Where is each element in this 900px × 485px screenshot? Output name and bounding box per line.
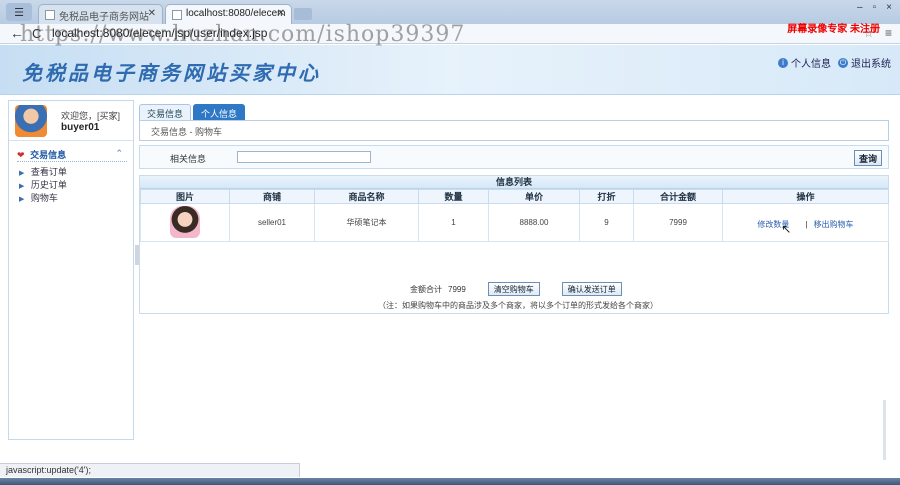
top-link-logout[interactable]: ⏻ 退出系统	[838, 55, 891, 70]
os-taskbar	[0, 478, 900, 485]
total-label: 金额合计	[410, 284, 442, 294]
cart-list: 信息列表 图片 商铺 商品名称 数量 单价 打折 合计金额 操作 seller0…	[139, 175, 889, 281]
minimize-icon[interactable]: –	[857, 2, 863, 13]
welcome-text: 欢迎您，[买家]	[61, 111, 121, 121]
column-header: 商品名称	[314, 189, 419, 204]
page-favicon-icon	[45, 10, 55, 20]
recorder-label: 屏幕录像专家 未注册	[787, 24, 880, 35]
main-tabs: 交易信息 个人信息	[139, 104, 246, 120]
logout-icon: ⏻	[838, 57, 848, 68]
breadcrumb-bar: 交易信息 - 购物车	[139, 120, 889, 141]
column-header: 单价	[488, 189, 580, 204]
new-tab-button[interactable]	[294, 8, 312, 20]
collapse-icon[interactable]: ⌃	[115, 148, 123, 159]
quantity-cell: 1	[418, 203, 489, 242]
heart-icon: ❤	[17, 150, 25, 160]
browser-tab-2[interactable]: localhost:8080/elecem ✕	[165, 4, 292, 24]
top-link-label: 退出系统	[851, 59, 891, 70]
tab-personal-info[interactable]: 个人信息	[193, 104, 246, 120]
remove-from-cart-link[interactable]: 移出购物车	[814, 220, 854, 229]
action-separator: |	[805, 219, 808, 229]
table-row: seller01 华硕笔记本 1 8888.00 9 7999 修改数量↖ | 移出…	[140, 203, 889, 242]
breadcrumb: 交易信息 - 购物车	[151, 127, 222, 137]
window-controls: – ▫ ×	[857, 2, 892, 13]
total-cell: 7999	[633, 203, 723, 242]
close-tab-icon[interactable]: ✕	[277, 8, 285, 19]
username: buyer01	[61, 122, 100, 133]
top-link-personal-info[interactable]: i 个人信息	[778, 55, 831, 70]
site-title: 免税品电子商务网站买家中心	[22, 61, 321, 85]
tab-trade-info[interactable]: 交易信息	[139, 104, 192, 120]
browser-tabstrip: ☰ 免税品电子商务网站 ✕ localhost:8080/elecem ✕ – …	[0, 0, 900, 24]
search-input[interactable]	[237, 151, 371, 163]
arrow-right-icon: ▶	[19, 170, 25, 177]
product-name-cell: 华硕笔记本	[314, 203, 419, 242]
search-label: 相关信息	[170, 154, 207, 164]
arrow-right-icon: ▶	[19, 196, 25, 203]
sidebar: 欢迎您，[买家] buyer01 ❤ 交易信息 ⌃ ▶ 查看订单 ▶ 历史订单 …	[8, 100, 134, 440]
summary-row: 金额合计 7999 清空购物车 确认发送订单	[410, 282, 622, 296]
browser-tab-title: localhost:8080/elecem	[186, 8, 286, 19]
sidebar-menu-header[interactable]: ❤ 交易信息 ⌃	[17, 148, 127, 160]
status-bar: javascript:update('4');	[0, 463, 300, 477]
divider	[17, 161, 127, 162]
confirm-order-button[interactable]: 确认发送订单	[561, 282, 622, 296]
column-header: 合计金额	[633, 189, 723, 204]
discount-cell: 9	[579, 203, 634, 242]
column-header: 图片	[140, 189, 230, 204]
sidebar-item-cart[interactable]: ▶ 购物车	[19, 191, 58, 204]
close-tab-icon[interactable]: ✕	[148, 8, 156, 19]
sidebar-item-label: 查看订单	[30, 167, 67, 177]
arrow-right-icon: ▶	[19, 183, 25, 190]
search-button[interactable]: 查询	[853, 150, 882, 166]
cart-summary: 金额合计 7999 清空购物车 确认发送订单 （注：如果购物车中的商品涉及多个商…	[139, 278, 889, 314]
column-header: 操作	[722, 189, 889, 204]
sidebar-item-label: 购物车	[30, 193, 58, 203]
browser-menu-icon[interactable]: ☰	[6, 3, 32, 21]
column-header: 打折	[579, 189, 634, 204]
shop-cell: seller01	[229, 203, 315, 242]
total-value: 7999	[448, 284, 466, 294]
close-window-icon[interactable]: ×	[886, 2, 892, 13]
sidebar-item-view-orders[interactable]: ▶ 查看订单	[19, 165, 67, 178]
page-favicon-icon	[172, 10, 182, 20]
sidebar-item-label: 历史订单	[30, 180, 67, 190]
sidebar-item-history-orders[interactable]: ▶ 历史订单	[19, 178, 67, 191]
cart-table: 图片 商铺 商品名称 数量 单价 打折 合计金额 操作 seller01 华硕笔…	[140, 189, 889, 242]
column-header: 商铺	[229, 189, 315, 204]
user-info-icon: i	[778, 57, 788, 68]
search-panel: 相关信息 查询	[139, 145, 889, 169]
site-banner: 免税品电子商务网站买家中心 i 个人信息 ⏻ 退出系统	[0, 45, 900, 95]
mouse-cursor-icon: ↖	[781, 221, 792, 236]
clear-cart-button[interactable]: 清空购物车	[487, 282, 540, 296]
product-image-cell	[140, 203, 230, 242]
top-link-label: 个人信息	[791, 59, 831, 70]
table-header-row: 图片 商铺 商品名称 数量 单价 打折 合计金额 操作	[140, 189, 889, 204]
list-caption: 信息列表	[140, 176, 888, 189]
scrollbar[interactable]	[883, 400, 886, 460]
price-cell: 8888.00	[488, 203, 580, 242]
maximize-icon[interactable]: ▫	[873, 2, 877, 13]
summary-note: （注：如果购物车中的商品涉及多个商家，将以多个订单的形式发给各个商家）	[378, 301, 658, 310]
user-panel: 欢迎您，[买家] buyer01	[9, 101, 133, 141]
browser-settings-icon[interactable]: ≡	[885, 26, 892, 40]
product-image	[170, 205, 200, 238]
actions-cell: 修改数量↖ | 移出购物车	[722, 203, 889, 242]
browser-tab-1[interactable]: 免税品电子商务网站 ✕	[38, 4, 163, 24]
sidebar-menu-title: 交易信息	[30, 150, 67, 160]
column-header: 数量	[418, 189, 489, 204]
watermark-text: https://www.huzhan.com/ishop39397	[20, 22, 466, 47]
avatar	[15, 105, 47, 137]
page: 免税品电子商务网站买家中心 i 个人信息 ⏻ 退出系统 欢迎您，[买家] buy…	[0, 45, 900, 465]
